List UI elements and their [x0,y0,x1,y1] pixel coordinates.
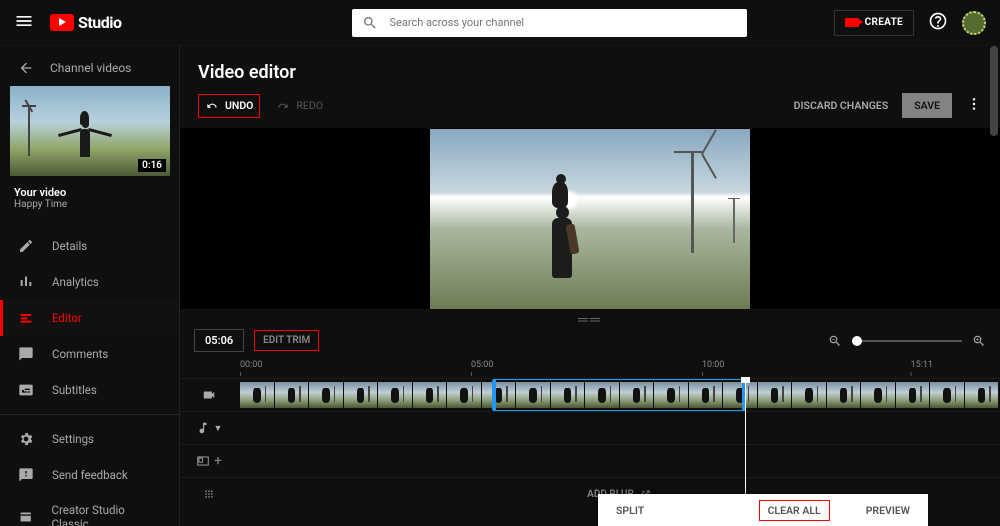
endscreen-track[interactable]: + [180,444,1000,477]
edit-trim-button[interactable]: EDIT TRIM [254,330,319,351]
undo-button[interactable]: UNDO [198,94,260,118]
filmstrip[interactable] [240,382,998,408]
brand-name: Studio [78,13,122,32]
sidebar-item-label: Settings [52,432,94,446]
sidebar-item-subtitles[interactable]: Subtitles [0,372,179,408]
topbar: Studio CREATE [0,0,1000,46]
sidebar-item-analytics[interactable]: Analytics [0,264,179,300]
timeline-controls: 05:06 EDIT TRIM [180,325,1000,356]
ruler-tick: 10:00 [702,360,724,370]
search-bar[interactable] [352,9,747,37]
logo[interactable]: Studio [50,13,122,32]
blur-track-head [180,487,238,501]
ruler-tick: 15:11 [911,360,933,370]
endscreen-track-head: + [180,453,238,469]
preview-button[interactable]: PREVIEW [866,504,910,517]
sidebar-item-label: Subtitles [52,383,97,397]
sidebar-item-editor[interactable]: Editor [0,300,179,336]
camera-icon [202,388,216,402]
create-label: CREATE [865,17,903,28]
redo-label: REDO [296,99,323,112]
video-meta-label: Your video [14,186,165,199]
pencil-icon [18,238,34,254]
hamburger-menu-icon[interactable] [14,11,34,35]
resize-handle[interactable]: ══ [180,313,1000,325]
redo-button: REDO [276,99,323,113]
chevron-down-icon[interactable]: ▼ [214,423,223,434]
back-to-channel-videos[interactable]: Channel videos [0,46,179,86]
comments-icon [18,346,34,362]
zoom-in-icon[interactable] [972,334,986,348]
discard-changes-button[interactable]: DISCARD CHANGES [794,99,889,112]
audio-track[interactable]: ▼ [180,411,1000,444]
sidebar-nav: Details Analytics Editor Comments Subtit… [0,228,179,526]
sidebar-item-label: Comments [52,347,108,361]
music-icon [196,421,210,435]
video-title: Happy Time [14,199,165,210]
help-icon[interactable] [928,11,948,35]
feedback-icon [18,467,34,483]
trim-popup: SPLIT CLEAR ALL PREVIEW [598,494,928,526]
sidebar-item-label: Send feedback [52,468,128,482]
ruler-tick: 00:00 [240,360,262,370]
video-track[interactable] [180,378,1000,411]
sidebar: Channel videos 0:16 Your video Happy Tim… [0,46,180,526]
sidebar-item-feedback[interactable]: Send feedback [0,457,179,493]
save-button[interactable]: SAVE [902,93,952,118]
duration-badge: 0:16 [138,159,166,172]
sidebar-item-label: Analytics [52,275,99,289]
editor-toolbar: UNDO REDO DISCARD CHANGES SAVE [180,93,1000,128]
preview-area [180,128,1000,309]
subtitles-icon [18,382,34,398]
audio-track-head: ▼ [180,421,238,435]
zoom-out-icon[interactable] [828,334,842,348]
video-thumbnail-container: 0:16 [0,86,179,186]
back-label: Channel videos [50,61,131,75]
timeline-tracks: ▼ + ADD BLUR [180,378,1000,510]
split-button[interactable]: SPLIT [616,504,644,517]
sidebar-item-classic[interactable]: Creator Studio Classic [0,493,179,526]
search-icon [362,15,378,31]
endscreen-icon [196,454,210,468]
record-icon [845,18,859,27]
clear-all-button[interactable]: CLEAR ALL [759,500,830,521]
youtube-icon [50,14,74,31]
video-meta: Your video Happy Time [0,186,179,220]
ruler-tick: 05:00 [471,360,493,370]
classic-icon [18,509,33,525]
video-thumbnail[interactable]: 0:16 [10,86,170,176]
sidebar-item-label: Details [52,239,87,253]
account-avatar[interactable] [962,11,986,35]
sidebar-item-label: Creator Studio Classic [51,503,161,526]
search-input[interactable] [388,15,737,30]
create-button[interactable]: CREATE [834,10,914,36]
sidebar-item-comments[interactable]: Comments [0,336,179,372]
scrollbar[interactable] [990,46,998,136]
editor-content: Video editor UNDO REDO DISCARD CHANGES S… [180,46,1000,526]
analytics-icon [18,274,34,290]
grid-icon [202,487,216,501]
undo-icon [205,99,219,113]
topbar-right: CREATE [834,10,986,36]
arrow-left-icon [18,60,34,76]
redo-icon [276,99,290,113]
sidebar-item-label: Editor [52,311,82,325]
undo-label: UNDO [225,99,253,112]
timecode-display[interactable]: 05:06 [194,329,244,352]
sidebar-item-settings[interactable]: Settings [0,421,179,457]
video-preview[interactable] [430,129,750,309]
plus-icon[interactable]: + [214,453,222,469]
editor-icon [18,310,34,326]
sidebar-item-details[interactable]: Details [0,228,179,264]
timeline-ruler[interactable]: 00:00 05:00 10:00 15:11 [240,360,940,378]
video-track-head [180,388,238,402]
gear-icon [18,431,34,447]
page-title: Video editor [180,46,1000,93]
more-options-icon[interactable] [966,96,982,116]
zoom-slider[interactable] [852,340,962,342]
